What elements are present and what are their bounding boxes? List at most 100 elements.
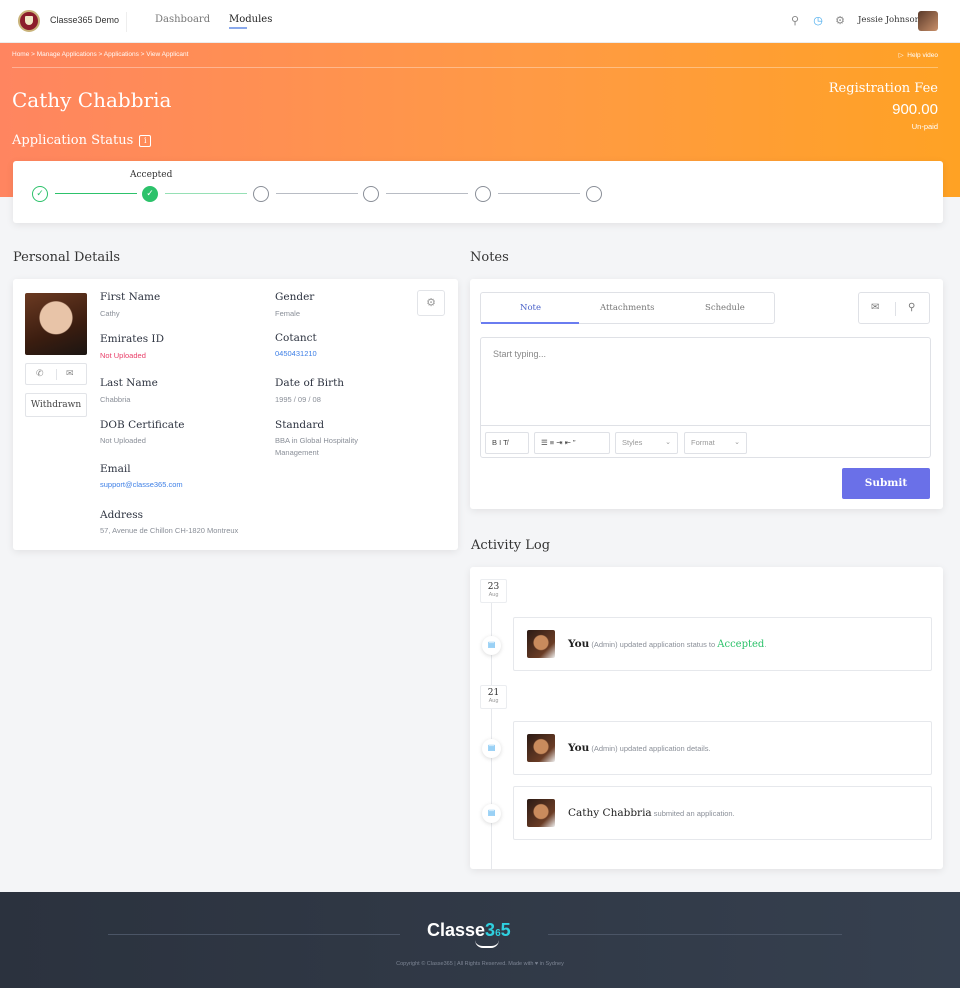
activity-actor[interactable]: Cathy Chabbria [568,807,652,819]
activity-log-card: 23 Aug ▤ You (Admin) updated application… [470,567,943,869]
activity-entry: You (Admin) updated application details. [513,721,932,775]
format-select[interactable]: Format ⌄ [684,432,747,454]
mail-icon[interactable]: ✉ [871,302,879,313]
divider [56,369,57,380]
styles-select-label: Styles [622,438,643,447]
chevron-down-icon: ⌄ [734,439,740,446]
emirates-id-label: Emirates ID [100,333,164,345]
email-label: Email [100,463,131,475]
activity-log-title: Activity Log [471,538,551,553]
brand-name[interactable]: Classe365 Demo [50,15,119,25]
help-video-label: Help video [907,52,938,59]
gender-value: Female [275,309,301,318]
footer-logo-accent: 5 [500,920,511,940]
date-badge: 23 Aug [480,579,507,603]
activity-text: You (Admin) updated application details. [568,742,711,754]
last-name-value: Chabbria [100,395,131,404]
step-connector [165,193,247,194]
current-step-label: Accepted [130,170,173,180]
address-value: 57, Avenue de Chillon CH-1820 Montreux [100,526,239,535]
step-3[interactable] [253,186,269,202]
help-video-link[interactable]: ▷ Help video [899,51,938,59]
header-divider [12,67,938,68]
footer-logo-accent: 3 [485,920,496,940]
dob-certificate-value: Not Uploaded [100,436,146,445]
activity-actor[interactable]: You [568,638,589,650]
application-status-stepper: Accepted ✓ ✓ [13,161,943,223]
first-name-value: Cathy [100,309,120,318]
step-5[interactable] [475,186,491,202]
gender-label: Gender [275,291,315,303]
activity-status: Accepted [717,639,765,650]
tab-note[interactable]: Note [520,303,541,313]
email-value[interactable]: support@classe365.com [100,479,183,491]
phone-icon[interactable]: ✆ [36,368,44,379]
step-connector [386,193,468,194]
text-format-buttons[interactable]: B I T̸ [485,432,529,454]
step-6[interactable] [586,186,602,202]
tab-attachments[interactable]: Attachments [600,303,654,313]
nav-link-modules[interactable]: Modules [229,14,272,29]
notes-title: Notes [470,250,509,265]
personal-details-title: Personal Details [13,250,121,265]
format-select-label: Format [691,438,715,447]
note-editor: Start typing... B I T̸ ☰ ≡ ⇥ ⇤ ” Styles ⌄… [480,337,931,458]
institution-logo[interactable] [18,10,40,32]
dob-label: Date of Birth [275,377,345,389]
footer-copyright: Copyright © Classe365 | All Rights Reser… [396,961,564,967]
search-icon[interactable]: ⚲ [788,14,802,28]
note-icon: ▤ [482,739,501,758]
submit-button[interactable]: Submit [842,468,930,499]
nav-link-dashboard[interactable]: Dashboard [155,14,210,25]
footer-divider [108,934,400,935]
registration-fee-label: Registration Fee [828,81,938,96]
user-avatar[interactable] [918,11,938,31]
step-connector [55,193,137,194]
settings-icon[interactable]: ⚙ [833,14,847,28]
activity-tail: . [764,640,767,649]
tab-schedule[interactable]: Schedule [705,303,745,313]
notes-card: Note Attachments Schedule ✉ ⚲ Start typi… [470,279,943,509]
user-name[interactable]: Jessie Johnson [858,15,920,25]
breadcrumb[interactable]: Home > Manage Applications > Application… [12,51,188,58]
applicant-name: Cathy Chabbria [12,88,172,112]
info-icon[interactable]: i [139,135,152,147]
standard-label: Standard [275,419,325,431]
list-format-buttons[interactable]: ☰ ≡ ⇥ ⇤ ” [534,432,610,454]
settings-gear-icon[interactable]: ⚙ [417,290,445,316]
date-month: Aug [488,592,499,598]
mail-icon[interactable]: ✉ [66,368,74,379]
activity-entry: Cathy Chabbria submited an application. [513,786,932,840]
note-textarea[interactable]: Start typing... [481,338,930,426]
step-connector [498,193,580,194]
date-day: 23 [487,582,500,592]
first-name-label: First Name [100,291,161,303]
registration-fee-amount: 900.00 [892,101,938,118]
date-month: Aug [488,698,499,704]
date-badge: 21 Aug [480,685,507,709]
application-status-label: Application Status [12,133,134,148]
emirates-id-value[interactable]: Not Uploaded [100,350,146,362]
contact-value[interactable]: 0450431210 [275,348,317,360]
dob-certificate-label: DOB Certificate [100,419,185,431]
activity-actor[interactable]: You [568,742,589,754]
personal-details-card: ✆ ✉ Withdrawn ⚙ First Name Cathy Gender … [13,279,458,550]
avatar [527,799,555,827]
applicant-photo [25,293,87,355]
date-day: 21 [487,688,500,698]
footer-logo[interactable]: Classe365 [427,920,511,941]
activity-description: (Admin) updated application status to [591,640,718,649]
step-2-check-icon[interactable]: ✓ [142,186,158,202]
search-icon[interactable]: ⚲ [908,302,915,313]
styles-select[interactable]: Styles ⌄ [615,432,678,454]
activity-entry: You (Admin) updated application status t… [513,617,932,671]
step-4[interactable] [363,186,379,202]
notification-icon[interactable]: ◷ [811,14,825,28]
divider [895,302,896,316]
footer-logo-text: Classe [427,920,486,940]
application-status-heading: Application Status i [12,133,152,148]
notes-tabs: Note Attachments Schedule [480,292,775,324]
step-1-check-icon[interactable]: ✓ [32,186,48,202]
withdrawn-button[interactable]: Withdrawn [25,393,87,417]
activity-description: submited an application. [653,809,735,818]
